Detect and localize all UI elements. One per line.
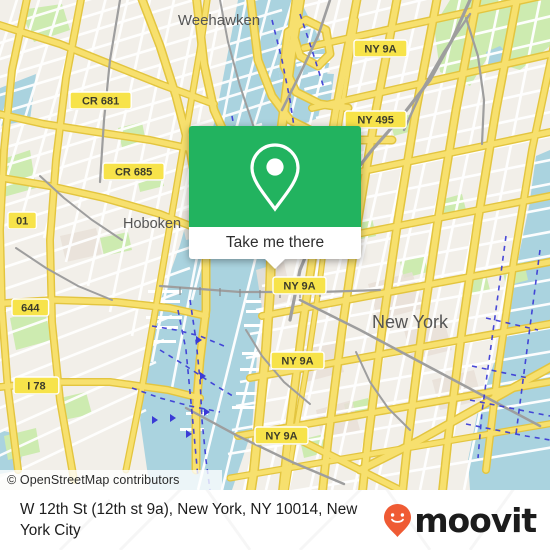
take-me-there-button[interactable]: Take me there [189,227,361,259]
road-shield: NY 9A [272,276,327,295]
place-label: Weehawken [178,12,260,29]
moovit-wordmark: moovit [414,500,537,540]
road-shield-label: I 78 [27,381,45,393]
map-pin-icon [250,142,300,212]
road-shield-label: NY 9A [281,356,313,368]
road-shield-label: NY 9A [265,431,297,443]
road-shield-label: NY 9A [283,281,315,293]
location-popup[interactable]: Take me there [189,126,361,269]
popup-tail [264,258,286,269]
footer-bar: W 12th St (12th st 9a), New York, NY 100… [0,490,550,550]
road-shield-label: CR 685 [115,167,152,179]
road-shield: NY 9A [353,39,408,58]
road-shield-label: CR 681 [82,96,119,108]
road-shield: NY 9A [254,426,309,445]
road-shield-label: NY 9A [364,44,396,56]
moovit-pin-icon [384,503,412,537]
page-title: W 12th St (12th st 9a), New York, NY 100… [20,490,390,550]
road-shield: CR 681 [69,91,132,110]
road-shield: CR 685 [102,162,165,181]
attribution-text: © OpenStreetMap contributors [7,473,180,487]
road-shield: NY 9A [270,351,325,370]
popup-icon-panel [189,126,361,227]
road-shield: 644 [11,298,50,317]
osm-attribution[interactable]: © OpenStreetMap contributors [0,470,222,490]
place-label: Hoboken [123,216,181,232]
moovit-logo[interactable]: moovit [384,490,537,550]
place-label: New York [372,312,449,332]
map-screenshot: Weehawken Hoboken New York NY 9A CR 681 NY… [0,0,550,550]
take-me-there-label: Take me there [225,234,325,251]
road-shield-label: 644 [21,303,40,315]
address-text: W 12th St (12th st 9a), New York, NY 100… [20,501,358,539]
road-shield: 01 [7,211,38,230]
road-shield-label: 01 [16,216,28,228]
road-shield-label: NY 495 [357,115,394,127]
road-shield: I 78 [13,376,60,395]
